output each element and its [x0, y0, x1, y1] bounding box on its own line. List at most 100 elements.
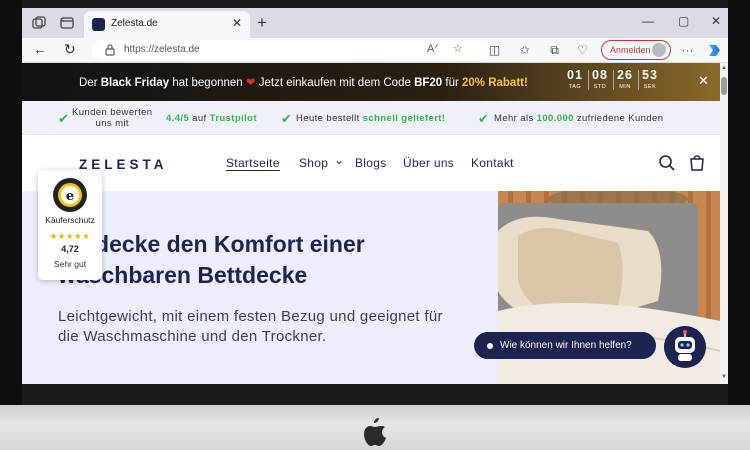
new-tab-button[interactable]: + [257, 13, 267, 33]
trust-highlight: 100.000 [536, 113, 574, 124]
trust-text: Mehr als [494, 113, 537, 124]
tab-bar: Zelesta.de ✕ + — ▢ ✕ [22, 8, 728, 38]
countdown-label: TAG [568, 84, 582, 90]
countdown-hours: 08 STD [589, 68, 611, 96]
countdown-label: SEK [643, 84, 657, 90]
performance-icon[interactable]: ♡ [575, 43, 590, 58]
trust-text: zufriedene Kunden [573, 113, 664, 124]
monitor-bezel-left [0, 0, 22, 405]
check-icon: ✔ [478, 111, 489, 126]
nav-kontakt[interactable]: Kontakt [471, 156, 514, 170]
chat-prompt-button[interactable]: Wie können wir Ihnen helfen? [474, 332, 656, 359]
trust-text: Heute bestellt [296, 113, 363, 124]
tab-actions-icon[interactable] [59, 15, 75, 31]
close-window-button[interactable]: ✕ [711, 14, 721, 28]
countdown-value: 08 [592, 68, 608, 82]
refresh-icon[interactable]: ↻ [64, 41, 76, 58]
trust-highlight: schnell geliefert! [362, 113, 446, 124]
check-icon: ✔ [281, 111, 292, 126]
cart-icon[interactable] [688, 154, 706, 172]
signin-label: Anmelden [610, 45, 651, 55]
scroll-thumb[interactable] [721, 77, 727, 95]
workspaces-icon[interactable] [31, 15, 47, 31]
trustpilot-link: Trustpilot [209, 113, 257, 124]
promo-banner: Der Black Friday hat begonnen ❤ Jetzt ei… [22, 63, 720, 101]
trusted-shops-seal-icon: e [53, 178, 87, 212]
promo-text: Der [79, 77, 101, 89]
monitor-bezel-right [728, 0, 750, 405]
favorite-star-icon[interactable]: ☆ [453, 42, 463, 55]
maximize-button[interactable]: ▢ [678, 14, 689, 28]
countdown-days: 01 TAG [564, 68, 586, 96]
split-screen-icon[interactable]: ◫ [487, 43, 502, 58]
trust-bar: ✔ Kunden bewerten uns mit 4.4/5 auf Trus… [22, 101, 720, 135]
countdown-seconds: 53 SEK [639, 68, 661, 96]
favorites-icon[interactable]: ✩ [517, 43, 532, 58]
svg-text:e: e [66, 189, 74, 204]
chat-prompt-label: Wie können wir Ihnen helfen? [500, 340, 632, 351]
check-icon: ✔ [58, 111, 69, 126]
nav-startseite[interactable]: Startseite [226, 156, 280, 170]
signin-button[interactable]: Anmelden [601, 40, 671, 60]
trust-delivery: Heute bestellt schnell geliefert! [296, 113, 445, 124]
promo-text: hat begonnen [169, 77, 246, 89]
badge-label: Käuferschutz [45, 215, 95, 225]
tab-close-icon[interactable]: ✕ [232, 16, 242, 30]
browser-window: Zelesta.de ✕ + — ▢ ✕ ← ↻ https://zelesta… [22, 8, 728, 384]
chatbot-robot-icon[interactable] [664, 326, 706, 368]
promo-black-friday: Black Friday [100, 77, 170, 89]
nav-shop[interactable]: Shop [299, 156, 328, 170]
promo-close-icon[interactable]: ✕ [698, 73, 709, 89]
badge-stars: ★★★★★ [49, 231, 91, 241]
page-scrollbar[interactable]: ▲ ▼ [720, 63, 728, 384]
read-aloud-icon[interactable]: Aᐟ [427, 42, 439, 55]
address-bar-row: ← ↻ https://zelesta.de Aᐟ ☆ ◫ ✩ ⧉ ♡ Anme… [22, 38, 728, 63]
trust-line: uns mit [95, 118, 129, 129]
trust-line: Kunden bewerten [72, 107, 153, 118]
hero-headline: Entdecke den Komfort einer waschbaren Be… [58, 231, 365, 288]
profile-avatar-icon [652, 43, 666, 57]
extensions-icon[interactable]: ⧉ [547, 43, 562, 58]
minimize-button[interactable]: — [642, 14, 654, 28]
more-menu-icon[interactable]: ··· [680, 43, 695, 58]
tab-zelesta[interactable]: Zelesta.de ✕ [84, 11, 250, 38]
heart-icon: ❤ [245, 77, 256, 89]
tab-title: Zelesta.de [111, 18, 158, 29]
monitor-chin [0, 405, 750, 450]
countdown-minutes: 26 MIN [614, 68, 636, 96]
promo-message: Der Black Friday hat begonnen ❤ Jetzt ei… [79, 75, 528, 89]
hero-subtext: Leichtgewicht, mit einem festen Bezug un… [58, 308, 443, 345]
promo-text: für [442, 77, 462, 89]
countdown-value: 26 [617, 68, 633, 82]
trust-rating[interactable]: 4.4/5 auf Trustpilot [166, 113, 257, 124]
badge-rating-text: Sehr gut [53, 259, 87, 269]
trust-customers: Mehr als 100.000 zufriedene Kunden [494, 113, 663, 124]
scroll-down-icon[interactable]: ▼ [720, 374, 728, 380]
trust-rating-label: Kunden bewerten uns mit [72, 107, 152, 129]
countdown-value: 53 [642, 68, 658, 82]
lock-icon[interactable] [104, 43, 116, 56]
trusted-shops-badge[interactable]: e Käuferschutz ★★★★★ 4,72 Sehr gut [38, 170, 102, 280]
site-header: ZELESTA Startseite Shop ⌄ Blogs Über uns… [22, 135, 720, 191]
apple-logo-icon [364, 418, 386, 446]
promo-text: Jetzt einkaufen mit dem Code [255, 77, 415, 89]
nav-blogs[interactable]: Blogs [355, 156, 387, 170]
badge-rating: 4,72 [61, 244, 79, 254]
chat-dot-icon [487, 343, 493, 349]
trust-text: auf [189, 113, 210, 124]
scroll-up-icon[interactable]: ▲ [720, 65, 728, 71]
nav-ueber-uns[interactable]: Über uns [403, 156, 454, 170]
countdown-label: STD [593, 84, 607, 90]
copilot-icon[interactable] [706, 42, 723, 59]
zelesta-favicon-icon [92, 18, 105, 31]
promo-discount: 20% Rabatt! [462, 77, 528, 89]
countdown-label: MIN [619, 84, 631, 90]
url-field[interactable]: https://zelesta.de Aᐟ ☆ [92, 40, 490, 60]
back-icon[interactable]: ← [33, 41, 47, 57]
url-text: https://zelesta.de [124, 44, 200, 55]
trustpilot-score: 4.4/5 [166, 113, 190, 124]
promo-code: BF20 [414, 77, 443, 89]
shop-chevron-down-icon[interactable]: ⌄ [334, 153, 344, 167]
search-icon[interactable] [658, 154, 676, 172]
countdown-value: 01 [567, 68, 583, 82]
